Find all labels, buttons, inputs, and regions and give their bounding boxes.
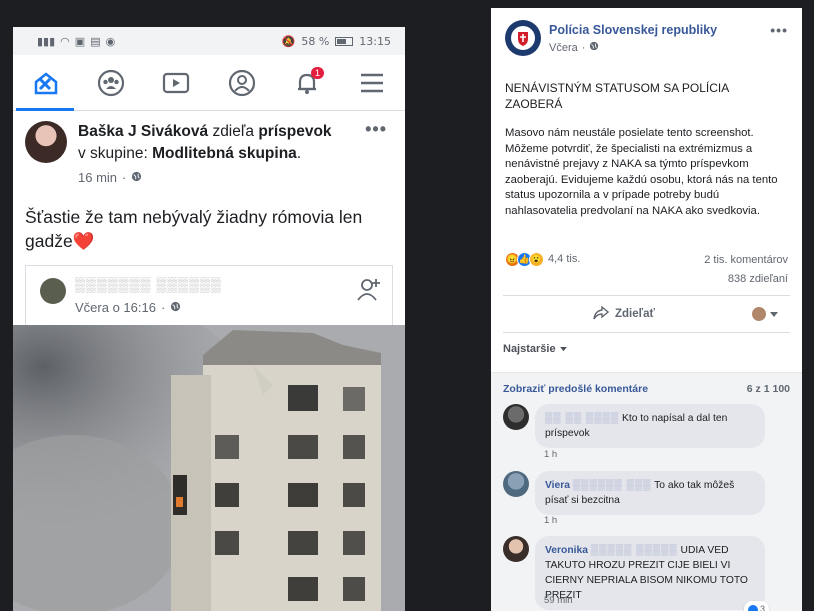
reactions-row: 😠 👍 😮 4,4 tis. 2 tis. komentárov xyxy=(505,252,788,269)
shares-count[interactable]: 838 zdieľaní xyxy=(728,273,788,285)
watch-icon[interactable] xyxy=(156,63,196,103)
avatar[interactable] xyxy=(503,536,529,562)
comment-sort-dropdown[interactable]: Najstaršie xyxy=(503,343,567,355)
redacted-name: ▒▒▒▒▒ ▒▒▒▒▒ xyxy=(590,545,678,556)
comment-bubble: ▒▒ ▒▒ ▒▒▒▒ Kto to napísal a dal ten prís… xyxy=(535,404,765,448)
avatar[interactable] xyxy=(503,404,529,430)
signal-icon: ▮▮▮ xyxy=(37,34,56,48)
shared-post-meta: ▒▒▒▒▒▒▒ ▒▒▒▒▒▒ Včera o 16:16 · xyxy=(75,276,222,327)
shared-object-link[interactable]: príspevok xyxy=(258,123,331,140)
facebook-nav-bar: 1 xyxy=(13,55,405,111)
shared-post: Baška J Siváková zdieľa príspevok v skup… xyxy=(13,111,405,347)
wifi-icon: ◠ xyxy=(60,34,70,48)
active-tab-indicator xyxy=(16,108,74,111)
commenter-name[interactable]: Veronika xyxy=(545,545,588,556)
more-options-icon[interactable]: ••• xyxy=(365,119,387,140)
author-name[interactable]: Baška J Siváková xyxy=(78,123,208,140)
post-header: Baška J Siváková zdieľa príspevok v skup… xyxy=(25,119,393,189)
share-button[interactable]: Zdieľať xyxy=(593,305,655,323)
globe-icon xyxy=(589,41,599,54)
share-as-selector[interactable] xyxy=(752,305,778,323)
post-text: Šťastie že tam nebývalý žiadny rómovia l… xyxy=(25,207,363,251)
page-name-link[interactable]: Polícia Slovenskej republiky xyxy=(549,23,717,37)
action-text: zdieľa xyxy=(212,123,255,140)
post-time: 16 min · xyxy=(78,167,332,189)
home-icon[interactable] xyxy=(26,63,66,103)
redacted-name: ▒▒▒▒▒▒ ▒▒▒ xyxy=(572,480,652,491)
profile-icon[interactable] xyxy=(222,63,262,103)
notification-badge: 1 xyxy=(310,66,324,79)
post-meta: Baška J Siváková zdieľa príspevok v skup… xyxy=(78,121,332,189)
chevron-down-icon xyxy=(770,305,778,323)
avatar xyxy=(752,307,766,321)
clock: 13:15 xyxy=(359,34,391,48)
phone-status-bar: ▮▮▮ ◠ ▣ ▤ ◉ 🔕 58 % 13:15 xyxy=(13,27,405,55)
post-photo[interactable] xyxy=(13,325,405,611)
group-prefix: v skupine: xyxy=(78,145,148,162)
post-actions: Zdieľať xyxy=(503,295,790,333)
redacted-name: ▒▒ ▒▒ ▒▒▒▒ xyxy=(545,413,620,424)
previous-comments-row: Zobraziť predošlé komentáre 6 z 1 100 xyxy=(491,373,802,395)
shared-post-time-text[interactable]: Včera o 16:16 xyxy=(75,300,156,315)
police-logo[interactable] xyxy=(505,20,541,56)
comment: Viera ▒▒▒▒▒▒ ▒▒▒ To ako tak môžeš písať … xyxy=(503,471,765,515)
chevron-down-icon xyxy=(559,343,567,355)
comment-time[interactable]: 1 h xyxy=(544,515,557,526)
clipboard-icon: ▤ xyxy=(90,34,101,48)
comment: ▒▒ ▒▒ ▒▒▒▒ Kto to napísal a dal ten prís… xyxy=(503,404,765,448)
comments-progress: 6 z 1 100 xyxy=(746,383,790,395)
groups-icon[interactable] xyxy=(91,63,131,103)
post-date-text[interactable]: Včera xyxy=(549,42,578,54)
share-label: Zdieľať xyxy=(615,308,655,320)
comment-bubble: Viera ▒▒▒▒▒▒ ▒▒▒ To ako tak môžeš písať … xyxy=(535,471,765,515)
post-headline: NENÁVISTNÝM STATUSOM SA POLÍCIA ZAOBERÁ xyxy=(505,81,729,111)
view-previous-comments-link[interactable]: Zobraziť predošlé komentáre xyxy=(503,383,648,395)
page-post: Polícia Slovenskej republiky Včera · •••… xyxy=(491,8,802,611)
post-body: Masovo nám neustále posielate tento scre… xyxy=(505,127,778,217)
reactions-count[interactable]: 4,4 tis. xyxy=(548,252,580,269)
redacted-name: ▒▒▒▒▒▒▒ ▒▒▒▒▒▒ xyxy=(75,276,222,292)
comment-time[interactable]: 1 h xyxy=(544,449,557,460)
battery-level: 58 % xyxy=(301,34,330,48)
avatar[interactable] xyxy=(503,471,529,497)
globe-icon xyxy=(170,300,181,315)
shared-post-time: Včera o 16:16 · xyxy=(75,300,222,315)
damaged-building-image xyxy=(13,325,405,611)
comments-section: Zobraziť predošlé komentáre 6 z 1 100 ▒▒… xyxy=(491,372,802,611)
battery-icon xyxy=(335,36,354,46)
globe-icon xyxy=(131,167,142,189)
more-options-icon[interactable]: ••• xyxy=(770,22,788,38)
group-link[interactable]: Modlitebná skupina xyxy=(152,145,297,162)
message-icon: ▣ xyxy=(74,34,86,48)
notifications-icon[interactable]: 1 xyxy=(287,63,327,103)
comments-count[interactable]: 2 tis. komentárov xyxy=(704,252,788,269)
comment-reactions[interactable]: 3 xyxy=(743,601,769,611)
wow-reaction-icon[interactable]: 😮 xyxy=(529,252,544,267)
sort-label: Najstaršie xyxy=(503,343,556,355)
mute-icon: 🔕 xyxy=(281,34,296,48)
like-icon xyxy=(747,604,758,611)
messenger-icon: ◉ xyxy=(105,34,116,48)
comment: Veronika ▒▒▒▒▒ ▒▒▒▒▒ UDIA VED TAKUTO HRO… xyxy=(503,536,769,611)
phone-screenshot: ▮▮▮ ◠ ▣ ▤ ◉ 🔕 58 % 13:15 1 Baška J Sivák… xyxy=(13,27,405,611)
page-post-header: Polícia Slovenskej republiky Včera · ••• xyxy=(491,8,802,56)
page-title-wrap: Polícia Slovenskej republiky Včera · xyxy=(549,20,717,56)
comment-like-count: 3 xyxy=(759,604,765,611)
commenter-name[interactable]: Viera xyxy=(545,480,570,491)
avatar[interactable] xyxy=(40,278,66,304)
post-date: Včera · xyxy=(549,41,717,54)
share-icon xyxy=(593,305,610,323)
avatar[interactable] xyxy=(25,121,67,163)
menu-icon[interactable] xyxy=(352,63,392,103)
post-time-text[interactable]: 16 min xyxy=(78,167,117,189)
comment-time[interactable]: 59 min xyxy=(544,595,573,606)
add-friend-icon[interactable] xyxy=(356,276,382,307)
